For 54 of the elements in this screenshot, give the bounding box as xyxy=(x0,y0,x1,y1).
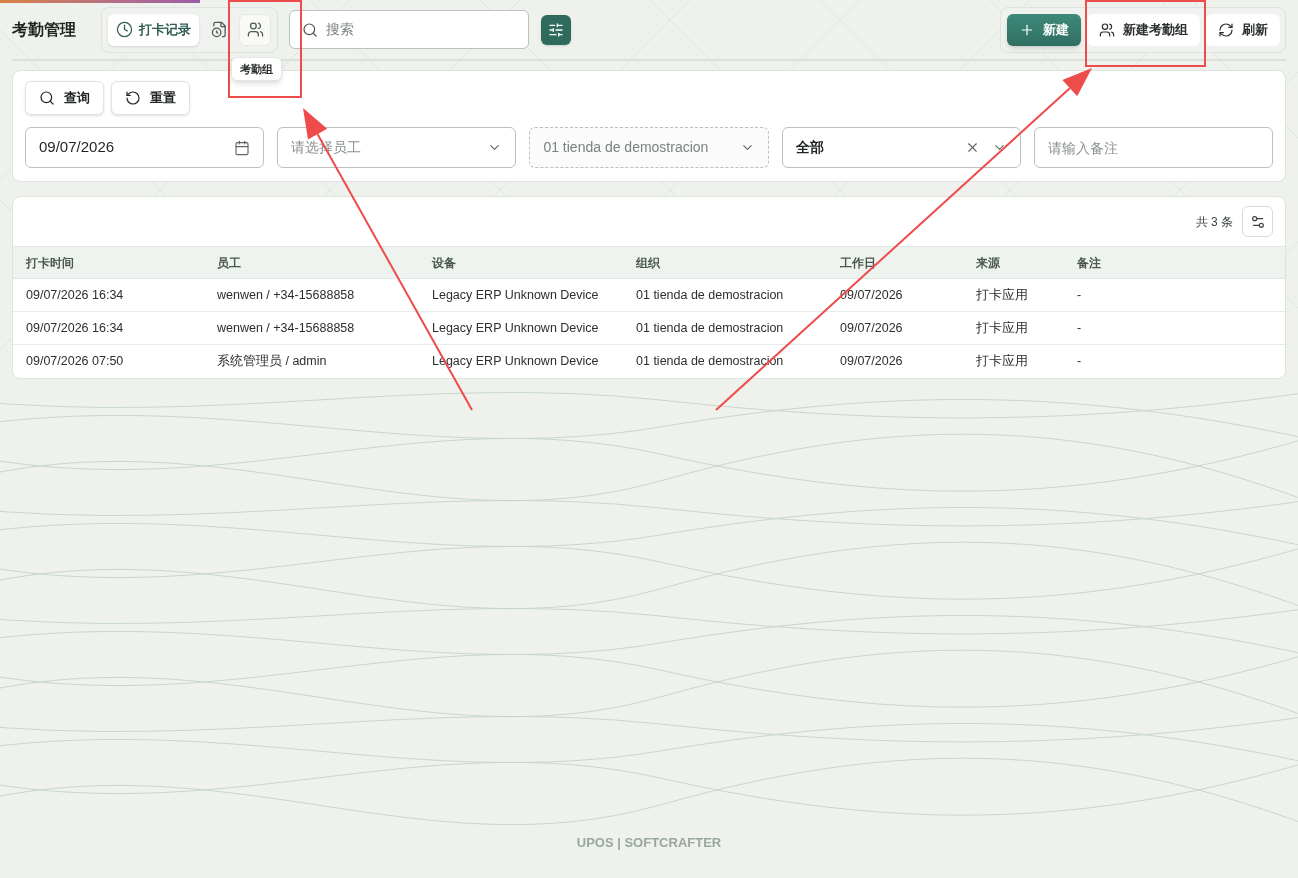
sliders-icon xyxy=(548,21,564,38)
table-cell-text: wenwen / +34-15688858 xyxy=(217,286,356,304)
clock-icon xyxy=(116,21,133,38)
table-cell-text: Legacy ERP Unknown Device xyxy=(432,319,600,337)
table-cell-text: 01 tienda de demostracion xyxy=(636,319,785,337)
table-cell-text: wenwen / +34-15688858 xyxy=(217,319,356,337)
column-header: 打卡时间 xyxy=(26,254,75,272)
table-cell-text: - xyxy=(1077,353,1083,371)
settings-icon xyxy=(1249,213,1266,230)
table-cell-text: 09/07/2026 16:34 xyxy=(26,286,125,304)
table-cell-text: 打卡应用 xyxy=(976,353,1029,371)
users-icon xyxy=(246,21,264,38)
action-button[interactable]: 新建 xyxy=(1007,13,1081,46)
record-count: 共 3 条 xyxy=(1195,213,1233,231)
column-settings-button[interactable] xyxy=(1242,206,1273,237)
select-field[interactable]: 全部 xyxy=(781,127,1021,168)
search-field[interactable]: 搜索 xyxy=(289,10,529,49)
date-field[interactable]: 09/07/2026 xyxy=(25,127,265,168)
page-title: 考勤管理 xyxy=(12,19,76,40)
table-cell-text: 09/07/2026 xyxy=(840,353,904,371)
table-cell-text: Legacy ERP Unknown Device xyxy=(432,286,600,304)
table-cell-text: 01 tienda de demostracion xyxy=(636,286,785,304)
footer-text: UPOS | SOFTCRAFTER xyxy=(576,833,722,852)
column-header: 备注 xyxy=(1077,254,1102,272)
table-cell-text: 09/07/2026 07:50 xyxy=(26,353,125,371)
action-button[interactable]: 刷新 xyxy=(1206,13,1280,46)
table-cell-text: 系统管理员 / admin xyxy=(217,353,328,371)
reset-icon xyxy=(125,90,141,106)
refresh-icon xyxy=(1218,21,1234,38)
filter-button[interactable] xyxy=(541,14,571,45)
tab[interactable] xyxy=(239,13,271,46)
table-cell-text: 打卡应用 xyxy=(976,319,1029,337)
table-cell-text: - xyxy=(1077,319,1083,337)
filter-action-button[interactable]: 重置 xyxy=(111,81,190,115)
remark-input-field[interactable]: 请输入备注 xyxy=(1033,127,1273,168)
table-cell-text: 09/07/2026 xyxy=(840,286,904,304)
filter-action-button[interactable]: 查询 xyxy=(25,81,104,115)
tooltip: 考勤组 xyxy=(231,56,282,81)
table-cell-text: - xyxy=(1077,286,1083,304)
search-icon xyxy=(39,90,55,106)
column-header: 设备 xyxy=(432,254,457,272)
column-header: 工作日 xyxy=(840,254,877,272)
table-cell-text: 打卡应用 xyxy=(976,286,1029,304)
action-button[interactable]: 新建考勤组 xyxy=(1087,13,1200,46)
calendar-icon xyxy=(234,139,251,156)
column-header: 来源 xyxy=(976,254,1001,272)
search-icon xyxy=(302,21,318,38)
file-clock-icon xyxy=(210,21,228,38)
column-header: 组织 xyxy=(636,254,661,272)
table-cell-text: 09/07/2026 16:34 xyxy=(26,319,125,337)
users-icon xyxy=(1099,21,1115,38)
table-cell-text: 09/07/2026 xyxy=(840,319,904,337)
tab[interactable]: 打卡记录 xyxy=(108,13,199,46)
column-header: 员工 xyxy=(217,254,242,272)
